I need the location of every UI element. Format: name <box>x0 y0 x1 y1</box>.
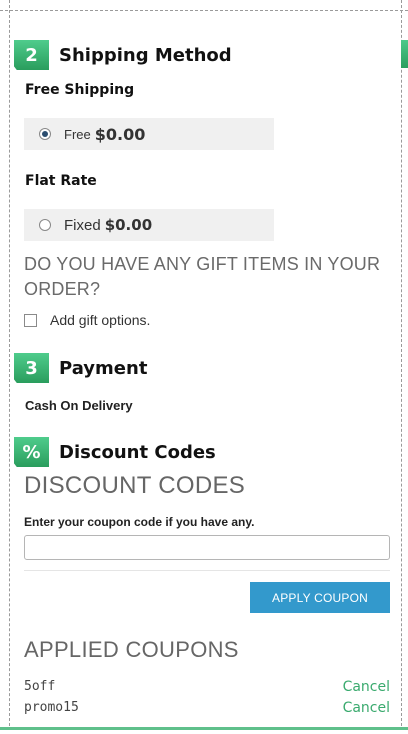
flat-rate-price: $0.00 <box>104 216 153 234</box>
checkout-border-right <box>401 0 402 726</box>
checkout-border-left <box>9 0 10 726</box>
free-shipping-title: Free Shipping <box>25 82 135 98</box>
flat-rate-radio[interactable] <box>39 219 51 231</box>
discount-codes-heading: DISCOUNT CODES <box>24 472 246 499</box>
payment-title: Payment <box>59 357 148 379</box>
cancel-coupon-link[interactable]: Cancel <box>343 679 390 695</box>
divider <box>24 570 390 571</box>
payment-step-header: 3 Payment <box>14 353 147 383</box>
free-shipping-option[interactable]: Free $0.00 <box>24 118 274 150</box>
coupon-input-label: Enter your coupon code if you have any. <box>24 515 255 529</box>
applied-coupon-code: 5off <box>24 679 56 694</box>
free-shipping-radio[interactable] <box>39 128 51 140</box>
gift-options-row[interactable]: Add gift options. <box>24 312 150 328</box>
step-number-badge: 3 <box>14 353 49 383</box>
gift-options-checkbox[interactable] <box>24 313 37 327</box>
discount-codes-title: Discount Codes <box>59 441 216 463</box>
checkout-bottom-bar <box>0 727 408 730</box>
checkout-border-top <box>0 10 408 11</box>
percent-icon: % <box>14 437 49 467</box>
free-shipping-rate-label: Free <box>64 126 91 142</box>
payment-method-label: Cash On Delivery <box>25 398 133 413</box>
applied-coupon-row: promo15 Cancel <box>24 700 390 716</box>
free-shipping-price: $0.00 <box>94 124 146 144</box>
flat-rate-rate-label: Fixed <box>64 216 101 234</box>
coupon-code-input[interactable] <box>24 535 390 560</box>
apply-coupon-button[interactable]: APPLY COUPON <box>250 582 390 613</box>
applied-coupon-code: promo15 <box>24 700 79 715</box>
cancel-coupon-link[interactable]: Cancel <box>343 700 390 716</box>
flat-rate-title: Flat Rate <box>25 173 97 189</box>
flat-rate-option[interactable]: Fixed $0.00 <box>24 209 274 241</box>
step-number-badge: 2 <box>14 40 49 70</box>
shipping-method-step-header: 2 Shipping Method <box>14 40 232 70</box>
adjacent-step-flag <box>401 40 408 68</box>
discount-step-header: % Discount Codes <box>14 437 216 467</box>
gift-items-heading: DO YOU HAVE ANY GIFT ITEMS IN YOUR ORDER… <box>24 254 381 299</box>
gift-options-label: Add gift options. <box>50 312 151 328</box>
shipping-method-title: Shipping Method <box>59 44 232 66</box>
applied-coupon-row: 5off Cancel <box>24 679 390 695</box>
applied-coupons-heading: APPLIED COUPONS <box>24 637 239 662</box>
